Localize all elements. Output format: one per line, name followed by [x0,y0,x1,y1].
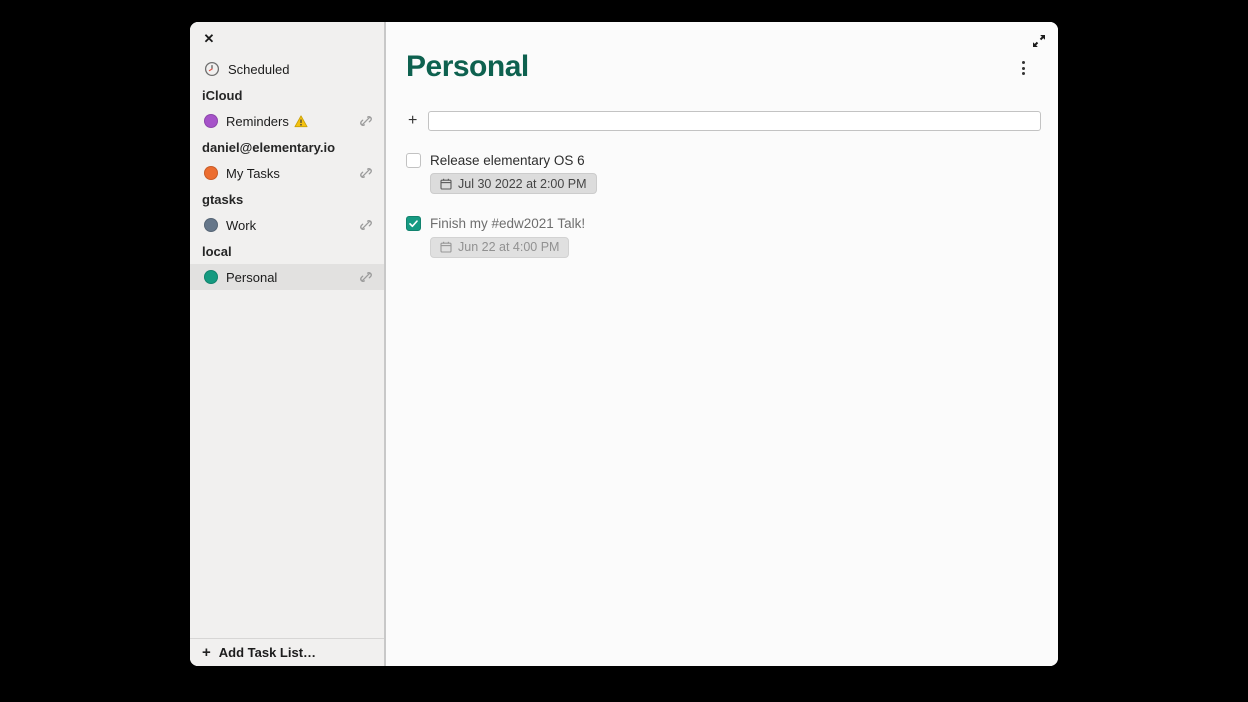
sidebar-nav: Scheduled iCloud Reminders [190,50,384,638]
main-pane: Personal + Release elementary OS 6 [386,22,1058,666]
maximize-button[interactable] [1028,30,1050,52]
sidebar-item-label: Scheduled [228,62,374,77]
warning-icon [294,115,308,128]
dot [1022,72,1025,75]
sidebar-item-reminders[interactable]: Reminders [190,108,384,134]
sidebar-item-work[interactable]: Work [190,212,384,238]
calendar-icon [440,178,452,190]
expand-icon [1031,33,1047,49]
list-color-dot [204,114,218,128]
offline-unlink-icon [358,113,374,129]
dot [1022,61,1025,64]
sidebar-section-gtasks: gtasks [190,186,384,212]
task-title[interactable]: Release elementary OS 6 [430,153,585,168]
list-color-dot [204,218,218,232]
sidebar: ✕ Scheduled iCloud Reminders [190,22,386,666]
add-task-list-label: Add Task List… [219,645,316,660]
sidebar-item-my-tasks[interactable]: My Tasks [190,160,384,186]
task-title[interactable]: Finish my #edw2021 Talk! [430,216,585,231]
check-icon [408,218,419,229]
due-date-chip[interactable]: Jun 22 at 4:00 PM [430,237,569,258]
offline-unlink-icon [358,269,374,285]
sidebar-section-local: local [190,238,384,264]
task-checkbox-checked[interactable] [406,216,421,231]
offline-unlink-icon [358,217,374,233]
page-title: Personal [406,50,529,84]
sidebar-item-scheduled[interactable]: Scheduled [190,56,384,82]
tasks-app-window: ✕ Scheduled iCloud Reminders [190,22,1058,666]
task-row: Finish my #edw2021 Talk! Jun 22 at 4:00 … [406,214,1041,259]
task-row: Release elementary OS 6 Jul 30 2022 at 2… [406,150,1041,195]
sidebar-section-daniel: daniel@elementary.io [190,134,384,160]
clock-icon [204,61,220,77]
sidebar-item-personal[interactable]: Personal [190,264,384,290]
sidebar-item-text: Reminders [226,114,289,129]
sidebar-item-label: Personal [226,270,350,285]
sidebar-item-label: Work [226,218,350,233]
due-date-chip[interactable]: Jul 30 2022 at 2:00 PM [430,173,597,194]
task-checkbox-unchecked[interactable] [406,153,421,168]
add-task-row: + [408,110,1041,132]
due-date-text: Jun 22 at 4:00 PM [458,240,559,254]
sidebar-section-icloud: iCloud [190,82,384,108]
dot [1022,67,1025,70]
list-color-dot [204,166,218,180]
calendar-icon [440,241,452,253]
add-task-plus-icon[interactable]: + [408,113,417,129]
add-task-list-button[interactable]: + Add Task List… [190,638,384,666]
new-task-input[interactable] [428,111,1041,131]
task-list: Release elementary OS 6 Jul 30 2022 at 2… [406,150,1041,277]
list-color-dot [204,270,218,284]
sidebar-item-label: My Tasks [226,166,350,181]
window-close-button[interactable]: ✕ [198,28,220,50]
offline-unlink-icon [358,165,374,181]
sidebar-item-label: Reminders [226,114,350,129]
plus-icon: + [202,644,211,661]
overflow-menu-button[interactable] [1012,56,1034,80]
due-date-text: Jul 30 2022 at 2:00 PM [458,177,587,191]
